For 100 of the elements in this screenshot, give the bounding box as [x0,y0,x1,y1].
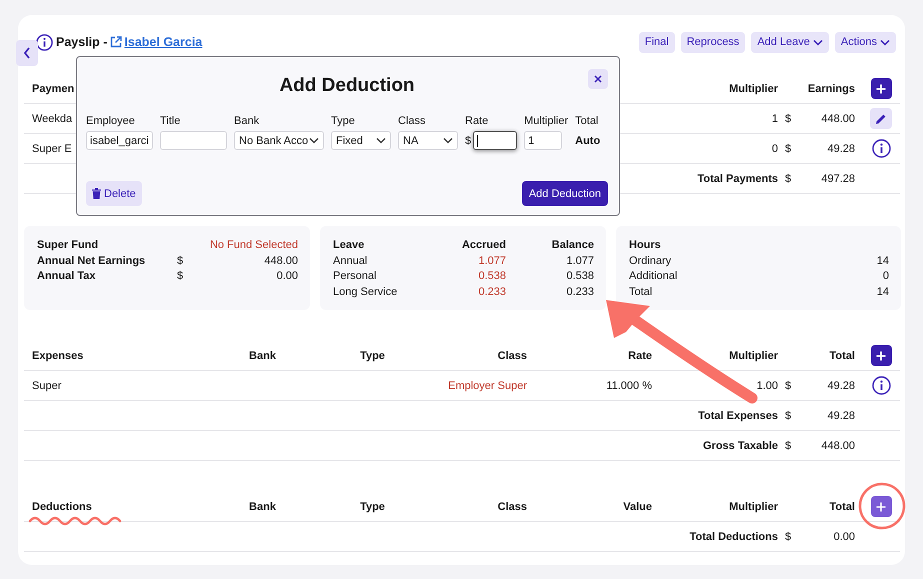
summary-label: Annual Tax [37,269,96,284]
column-header: Hours [629,238,661,253]
text-field[interactable] [160,131,227,150]
column-header: Balance [552,238,594,253]
summary-value: 0.00 [276,269,298,284]
column-header: Type [360,500,385,512]
column-header: Multiplier [729,500,778,512]
table-cell: 0 [772,142,778,154]
field-label: Type [331,115,355,127]
currency-symbol: $ [785,380,792,392]
total-label: Total Deductions [690,530,778,542]
field-label: Bank [234,115,260,127]
hours-type: Total [629,284,652,300]
currency-symbol: $ [785,410,792,422]
hours-value: 14 [876,284,889,300]
balance-value: 0.538 [566,269,594,284]
accrued-value: 0.538 [478,269,506,284]
column-header: Expenses [32,350,84,362]
summary-value: 448.00 [264,254,298,268]
highlight-circle [858,482,906,530]
action-button[interactable]: Final [638,32,675,52]
table-cell: Weekda [32,112,72,124]
hours-type: Ordinary [629,254,672,268]
dropdown-button[interactable]: Add Leave [751,32,829,52]
field-label: Rate [465,115,488,127]
column-header: Bank [249,350,276,362]
total-label: Gross Taxable [703,440,778,452]
pencil-icon [875,112,887,124]
rate-field[interactable] [473,131,518,150]
chevron-down-icon [376,137,386,144]
table-cell: Super [32,380,62,392]
plus-icon [876,84,886,94]
column-header: Paymen [32,82,74,94]
select-field[interactable]: NA [398,131,458,150]
field-value: Auto [575,134,600,148]
plus-icon [876,350,886,360]
balance-value: 1.077 [566,254,594,268]
chevron-down-icon [812,38,823,46]
field-label: Class [398,115,426,127]
text-field[interactable]: isabel_garci [86,131,153,150]
info-icon[interactable] [872,139,890,158]
column-header: Earnings [808,82,855,94]
accrued-value: 0.233 [478,284,506,300]
info-icon[interactable] [36,34,53,50]
table-cell: Employer Super [448,380,527,392]
info-icon[interactable] [872,376,890,395]
currency-symbol: $ [785,142,792,154]
summary-label: Annual Net Earnings [37,254,146,268]
column-header: Type [360,350,385,362]
column-header: Rate [628,350,652,362]
add-button[interactable] [870,496,892,517]
total-value: 49.28 [827,410,855,422]
table-cell: 1.00 [756,380,778,392]
currency-symbol: $ [785,172,792,184]
balance-value: 0.233 [566,284,594,300]
add-deduction-button[interactable]: Add Deduction [522,181,608,206]
select-field[interactable]: Fixed [331,131,391,150]
currency-symbol: $ [785,112,792,124]
add-button[interactable] [870,345,892,366]
leave-type: Annual [333,254,368,268]
hours-type: Additional [629,269,678,284]
column-header: Deductions [32,500,92,512]
close-icon [594,75,602,83]
summary-label: Super Fund [37,238,98,253]
action-button[interactable]: Reprocess [680,32,746,52]
select-field[interactable]: No Bank Acco [234,131,324,150]
field-label: Title [160,115,180,127]
column-header: Value [623,500,652,512]
table-cell: 11.000 % [606,380,652,392]
add-button[interactable] [870,78,892,99]
currency-symbol: $ [785,530,792,542]
dropdown-button[interactable]: Actions [834,32,896,52]
column-header: Total [830,350,855,362]
edit-button[interactable] [870,108,892,129]
chevron-down-icon [309,137,319,144]
column-header: Class [498,350,527,362]
hours-value: 14 [876,254,889,268]
back-button[interactable] [16,40,38,66]
trash-icon [92,188,101,199]
table-cell: 49.28 [827,142,855,154]
field-label: Total [575,115,598,127]
currency-symbol: $ [465,134,472,146]
delete-button[interactable]: Delete [86,181,142,206]
dialog-title: Add Deduction [279,75,415,97]
column-header: Total [830,500,855,512]
total-value: 0.00 [834,530,855,542]
text-field[interactable]: 1 [524,131,562,150]
currency-symbol: $ [785,440,792,452]
employee-link[interactable]: Isabel Garcia [110,35,202,49]
total-value: 497.28 [821,172,855,184]
close-button[interactable] [588,69,608,89]
total-label: Total Payments [698,172,778,184]
total-label: Total Expenses [698,410,778,422]
chevron-left-icon [23,47,31,59]
plus-icon [876,502,886,512]
column-header: Bank [249,500,276,512]
summary-value: No Fund Selected [210,238,298,253]
column-header: Multiplier [729,82,778,94]
field-label: Multiplier [524,115,568,127]
chevron-down-icon [880,38,890,46]
